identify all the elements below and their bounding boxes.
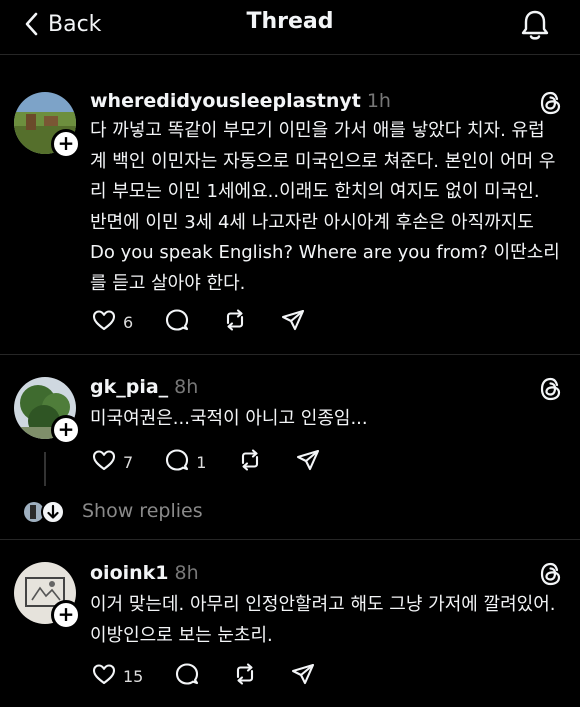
threads-logo-icon [538, 376, 564, 402]
post-text: 다 까넣고 똑같이 부모기 이민을 가서 애를 낳았다 치자. 유럽계 백인 이… [90, 120, 560, 294]
share-button[interactable] [289, 660, 317, 692]
send-icon [289, 660, 317, 692]
follow-plus-button[interactable]: + [51, 600, 81, 630]
comment-icon [163, 306, 191, 338]
reply-count: 1 [196, 452, 207, 472]
threads-logo-icon [538, 90, 564, 116]
like-count: 7 [123, 452, 134, 472]
post-divider [0, 354, 580, 355]
bell-icon[interactable] [518, 8, 552, 46]
like-button[interactable]: 15 [90, 660, 143, 692]
like-button[interactable]: 7 [90, 446, 133, 478]
top-bar: Back Thread [0, 0, 580, 54]
heart-icon [90, 306, 118, 338]
repost-button[interactable] [221, 306, 249, 338]
post-text: 이거 맞는데. 아무리 인정안할려고 해도 그냥 가저에 깔려있어. 이방인으로… [90, 594, 556, 646]
post-time: 8h [174, 562, 199, 584]
repost-icon [221, 306, 249, 338]
reply-avatars [22, 499, 66, 525]
send-icon [279, 306, 307, 338]
like-count: 15 [123, 666, 144, 686]
post-actions: 15 [90, 662, 317, 690]
repost-button[interactable] [236, 446, 264, 478]
reply-button[interactable]: 1 [163, 446, 206, 478]
post-time: 1h [366, 90, 391, 112]
show-replies-link[interactable]: Show replies [82, 500, 203, 522]
post-divider [0, 539, 580, 540]
header-divider [0, 54, 580, 55]
post-actions: 6 [90, 308, 307, 336]
send-icon [294, 446, 322, 478]
like-button[interactable]: 6 [90, 306, 133, 338]
repost-icon [236, 446, 264, 478]
post-actions: 7 1 [90, 448, 322, 476]
comment-icon [163, 446, 191, 478]
post-text: 미국여권은...국적이 아니고 인종임... [90, 408, 368, 429]
heart-icon [90, 660, 118, 692]
comment-icon [173, 660, 201, 692]
repost-button[interactable] [231, 660, 259, 692]
thread-line [44, 452, 46, 486]
post-time: 8h [174, 376, 199, 398]
follow-plus-button[interactable]: + [51, 415, 81, 445]
like-count: 6 [123, 312, 134, 332]
follow-plus-button[interactable]: + [51, 129, 81, 159]
post-username[interactable]: wheredidyousleeplastnyt 1h [90, 90, 391, 112]
share-button[interactable] [279, 306, 307, 338]
heart-icon [90, 446, 118, 478]
post-username[interactable]: gk_pia_ 8h [90, 376, 198, 398]
reply-button[interactable] [163, 306, 191, 338]
repost-icon [231, 660, 259, 692]
threads-logo-icon [538, 561, 564, 587]
post-username[interactable]: oioink1 8h [90, 562, 199, 584]
share-button[interactable] [294, 446, 322, 478]
page-title: Thread [246, 9, 334, 34]
reply-button[interactable] [173, 660, 201, 692]
